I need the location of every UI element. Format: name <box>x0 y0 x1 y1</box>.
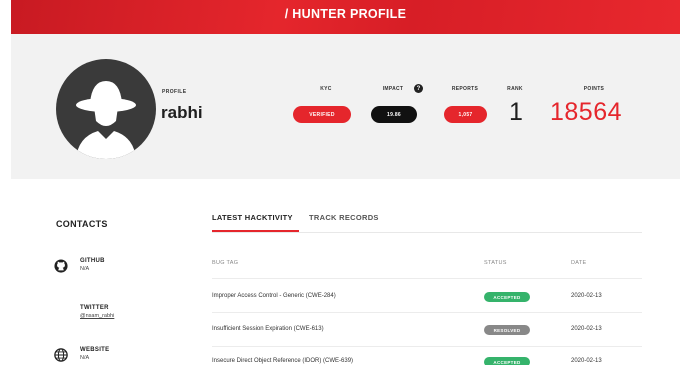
points-label: POINTS <box>583 86 605 92</box>
row-1-status-badge: ACCEPTED <box>484 292 530 302</box>
row-3-status-badge: ACCEPTED <box>484 357 530 365</box>
row-2-status-badge: RESOLVED <box>484 325 530 335</box>
help-icon[interactable]: ? <box>414 84 423 93</box>
github-label: GITHUB <box>80 258 105 264</box>
column-header-date[interactable]: DATE <box>571 260 586 266</box>
profile-label: PROFILE <box>162 89 187 95</box>
avatar[interactable] <box>56 59 156 159</box>
impact-label: IMPACT <box>382 86 404 92</box>
kyc-status-badge: VERIFIED <box>293 106 351 123</box>
header-bar: / HUNTER PROFILE <box>11 0 680 34</box>
kyc-label: KYC <box>320 86 332 92</box>
reports-label: REPORTS <box>451 86 479 92</box>
row-2-bug-tag[interactable]: Insufficient Session Expiration (CWE-613… <box>212 326 324 332</box>
github-value: N/A <box>80 266 90 272</box>
points-value: 18564 <box>550 98 623 126</box>
profile-hero: PROFILE rabhi KYC VERIFIED IMPACT ? 19.8… <box>11 34 680 179</box>
tab-latest-hacktivity[interactable]: LATEST HACKTIVITY <box>212 213 293 222</box>
twitter-link[interactable]: @nsam_rabhi <box>80 313 114 319</box>
column-header-bug-tag[interactable]: BUG TAG <box>212 260 238 266</box>
row-3-bug-tag[interactable]: Insecure Direct Object Reference (IDOR) … <box>212 358 353 364</box>
contacts-title: CONTACTS <box>56 219 108 229</box>
rank-value: 1 <box>509 98 523 126</box>
tab-track-records[interactable]: TRACK RECORDS <box>309 213 379 222</box>
impact-badge: 19.86 <box>371 106 417 123</box>
github-icon <box>54 259 68 273</box>
table-divider <box>212 278 642 279</box>
table-divider <box>212 346 642 347</box>
rank-label: RANK <box>507 86 523 92</box>
globe-icon <box>54 348 68 362</box>
tabs-divider <box>212 232 642 233</box>
hacker-silhouette-icon <box>76 81 136 159</box>
website-label: WEBSITE <box>80 347 110 353</box>
profile-page: / HUNTER PROFILE PROFILE rabhi KYC VERIF… <box>11 0 680 365</box>
row-1-bug-tag[interactable]: Improper Access Control - Generic (CWE-2… <box>212 293 336 299</box>
page-title: / HUNTER PROFILE <box>284 7 407 21</box>
twitter-label: TWITTER <box>80 305 109 311</box>
website-value: N/A <box>80 355 90 361</box>
row-3-date: 2020-02-13 <box>571 358 602 364</box>
username: rabhi <box>161 103 203 122</box>
row-1-date: 2020-02-13 <box>571 293 602 299</box>
column-header-status[interactable]: STATUS <box>484 260 507 266</box>
reports-badge[interactable]: 1,057 <box>444 106 487 123</box>
row-2-date: 2020-02-13 <box>571 326 602 332</box>
table-divider <box>212 312 642 313</box>
